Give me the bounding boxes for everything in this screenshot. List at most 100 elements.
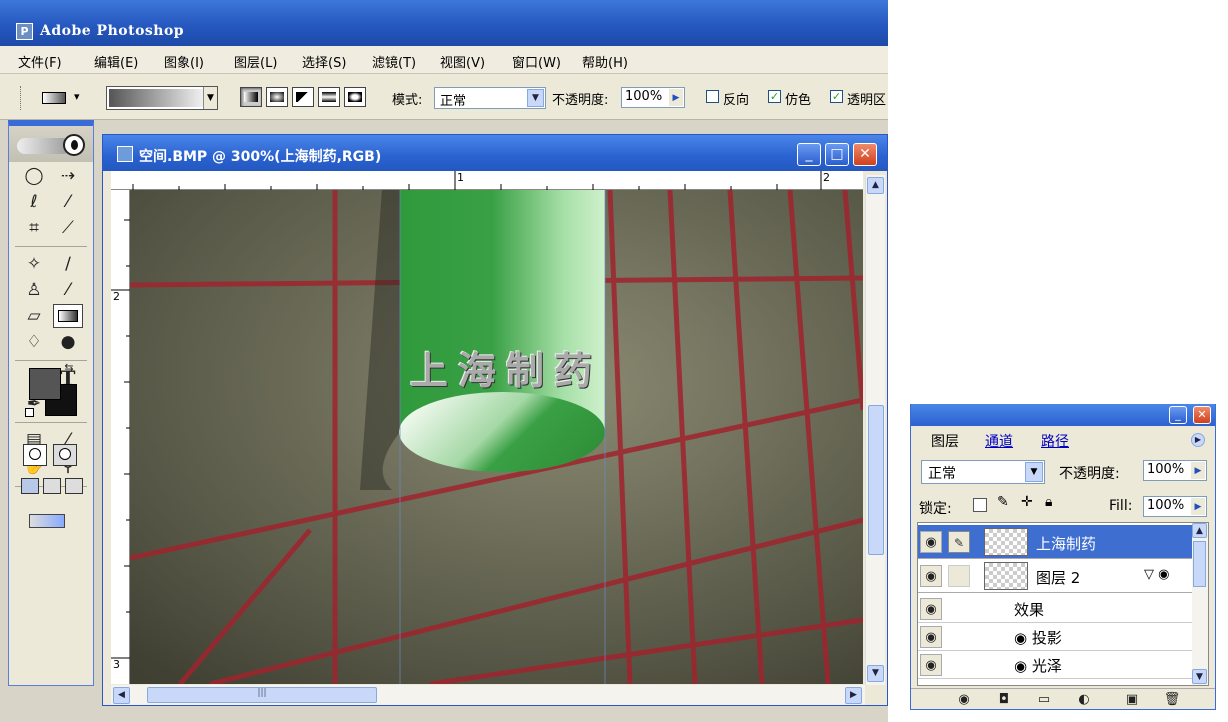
mode-select[interactable]: 正常 ▼ [434,87,546,109]
eye-icon[interactable]: ◉ [920,626,942,648]
tab-paths[interactable]: 路径 [1041,431,1069,451]
scroll-down-icon[interactable]: ▼ [1192,669,1207,684]
scroll-up-icon[interactable]: ▲ [867,177,884,194]
palette-menu-icon[interactable]: ▶ [1191,433,1205,447]
new-layer-icon[interactable]: ▣ [1123,692,1141,708]
jump-to-imageready-icon[interactable] [23,512,77,532]
minimize-button[interactable]: _ [1169,406,1187,424]
screen-mode-full-menu-icon[interactable] [43,478,61,494]
new-set-icon[interactable]: ▭ [1035,692,1053,708]
scroll-thumb[interactable] [1193,541,1206,587]
crop-tool-icon[interactable]: ⌗ [19,216,49,240]
link-slot[interactable] [948,565,970,587]
menu-layer[interactable]: 图层(L) [234,52,277,71]
history-brush-tool-icon[interactable]: ⁄ [53,278,83,302]
eye-icon[interactable]: ◉ [920,531,942,553]
screen-mode-standard-icon[interactable] [21,478,39,494]
menu-filter[interactable]: 滤镜(T) [372,52,416,71]
diamond-gradient-button[interactable] [344,87,366,107]
scroll-down-icon[interactable]: ▼ [867,665,884,682]
document-title-bar[interactable]: 空间.BMP @ 300%(上海制药,RGB) _ □ ✕ [103,135,887,171]
reverse-checkbox[interactable] [706,90,719,103]
image-canvas[interactable]: 上海制药 [130,190,863,684]
palette-title-bar[interactable]: _ ✕ [911,404,1215,426]
lock-transparent-icon[interactable] [973,498,987,512]
tab-channels[interactable]: 通道 [985,431,1013,451]
vertical-scrollbar[interactable]: ▲ ▼ [865,175,885,685]
angle-gradient-button[interactable] [292,87,314,107]
menu-image[interactable]: 图象(I) [164,52,204,71]
magic-wand-tool-icon[interactable]: ⁄ [53,190,83,214]
dodge-tool-icon[interactable]: ● [53,330,83,354]
gradient-tool-icon[interactable] [53,304,83,328]
lock-all-icon[interactable]: 🔒︎ [1045,494,1052,510]
effects-row[interactable]: ◉ 效果 [918,595,1192,623]
marquee-tool-icon[interactable]: ◯ [19,164,49,188]
default-colors-icon[interactable] [25,408,34,417]
quick-mask-mode-icon[interactable] [53,444,77,466]
menu-file[interactable]: 文件(F) [18,52,62,71]
scroll-left-icon[interactable]: ◀ [113,687,130,704]
reflected-gradient-button[interactable] [318,87,340,107]
radial-gradient-button[interactable] [266,87,288,107]
layer-opacity-field[interactable]: 100% ▶ [1143,460,1207,481]
gradient-picker[interactable]: ▼ [106,86,218,110]
layers-scrollbar[interactable]: ▲ ▼ [1192,523,1208,685]
close-button[interactable]: ✕ [1193,406,1211,424]
brush-tool-icon[interactable]: ∕ [53,252,83,276]
blend-mode-select[interactable]: 正常 ▼ [921,460,1045,484]
eye-icon[interactable]: ◉ [920,565,942,587]
menu-window[interactable]: 窗口(W) [512,52,561,71]
swap-colors-icon[interactable]: ⇆ [61,360,77,376]
tab-layers[interactable]: 图层 [931,431,959,451]
standard-mode-icon[interactable] [23,444,47,466]
effect-row[interactable]: ◉ ◉ 投影 [918,623,1192,651]
arrow-right-icon[interactable]: ▶ [1191,498,1205,515]
horizontal-scrollbar[interactable]: ◀ ||| ▶ [111,685,865,705]
menu-help[interactable]: 帮助(H) [582,52,628,71]
foreground-color-swatch[interactable] [29,368,61,400]
healing-brush-tool-icon[interactable]: ✧ [19,252,49,276]
clone-stamp-tool-icon[interactable]: ♙ [19,278,49,302]
eye-icon[interactable]: ◉ [920,598,942,620]
tool-preset-picker[interactable]: ▾ [42,88,86,108]
fill-field[interactable]: 100% ▶ [1143,496,1207,517]
menu-edit[interactable]: 编辑(E) [94,52,138,71]
close-button[interactable]: ✕ [853,143,877,166]
lasso-tool-icon[interactable]: ℓ [19,190,49,214]
scroll-thumb[interactable]: ||| [147,687,377,703]
adjustment-layer-icon[interactable]: ◐ [1075,692,1093,708]
layer-row[interactable]: ◉ ✎ 上海制药 [918,525,1192,559]
transparency-checkbox[interactable]: ✓ [830,90,843,103]
minimize-button[interactable]: _ [797,143,821,166]
linear-gradient-button[interactable] [240,87,262,107]
lock-position-icon[interactable]: ✛ [1021,494,1033,510]
slice-tool-icon[interactable]: ⟋ [53,216,83,240]
lock-image-icon[interactable]: ✎ [997,494,1009,510]
dither-checkbox[interactable]: ✓ [768,90,781,103]
blur-tool-icon[interactable]: ♢ [19,330,49,354]
layer-style-icon[interactable]: ◉ [955,692,973,708]
layer-row[interactable]: ◉ 图层 2 ▽ ◉ [918,559,1192,593]
trash-icon[interactable]: 🗑︎ [1163,692,1181,708]
chevron-down-icon[interactable]: ▼ [203,87,217,109]
eraser-tool-icon[interactable]: ▱ [19,304,49,328]
layer-mask-icon[interactable]: ◘ [995,692,1013,708]
opacity-field[interactable]: 100% ▶ [621,87,685,108]
arrow-right-icon[interactable]: ▶ [669,89,683,106]
arrow-right-icon[interactable]: ▶ [1191,462,1205,479]
scroll-up-icon[interactable]: ▲ [1192,523,1207,538]
scroll-right-icon[interactable]: ▶ [845,687,862,704]
toolbox-header[interactable] [9,126,93,162]
move-tool-icon[interactable]: ⇢ [53,164,83,188]
screen-mode-full-icon[interactable] [65,478,83,494]
maximize-button[interactable]: □ [825,143,849,166]
effect-row[interactable]: ◉ ◉ 光泽 [918,651,1192,679]
eye-icon[interactable]: ◉ [920,654,942,676]
menu-view[interactable]: 视图(V) [440,52,485,71]
options-grip[interactable] [20,86,23,110]
brush-icon[interactable]: ✎ [948,531,970,553]
effects-expand-icon[interactable]: ▽ ◉ [1144,567,1169,582]
menu-select[interactable]: 选择(S) [302,52,346,71]
scroll-thumb[interactable] [868,405,884,555]
